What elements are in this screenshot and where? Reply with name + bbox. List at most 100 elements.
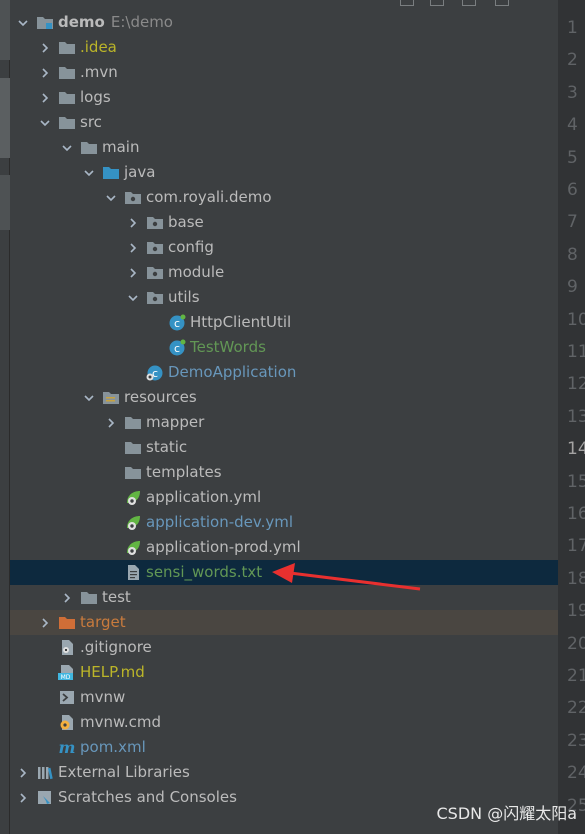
- tree-item-name: main: [102, 138, 140, 156]
- tree-row-src[interactable]: src: [10, 110, 558, 135]
- tree-row-logs[interactable]: logs: [10, 85, 558, 110]
- tree-item-name: src: [80, 113, 102, 131]
- tree-item-label: target: [80, 610, 126, 635]
- commit-tool-tab[interactable]: [0, 175, 10, 230]
- tree-row-main[interactable]: main: [10, 135, 558, 160]
- expand-button[interactable]: [430, 0, 444, 6]
- cmd-file-icon: [58, 714, 76, 731]
- tree-row-com-royali-demo[interactable]: com.royali.demo: [10, 185, 558, 210]
- tree-item-label: HttpClientUtil: [190, 310, 291, 335]
- tree-row-application-dev-yml[interactable]: application-dev.yml: [10, 510, 558, 535]
- line-number: 17: [567, 536, 585, 557]
- chevron-down-icon[interactable]: [124, 285, 142, 310]
- chevron-down-icon[interactable]: [14, 10, 32, 35]
- tree-row-pom-xml[interactable]: m pom.xml: [10, 735, 558, 760]
- line-number: 18: [567, 568, 585, 589]
- line-number: 7: [567, 212, 578, 233]
- tree-row-external-libraries[interactable]: External Libraries: [10, 760, 558, 785]
- svg-text:c: c: [174, 342, 180, 355]
- line-number: 8: [567, 244, 578, 265]
- tree-item-label: templates: [146, 460, 222, 485]
- tree-row-mvnw-cmd[interactable]: mvnw.cmd: [10, 710, 558, 735]
- tree-item-label: test: [102, 585, 131, 610]
- folder-icon: [80, 589, 98, 606]
- chevron-down-icon[interactable]: [102, 185, 120, 210]
- chevron-right-icon[interactable]: [124, 235, 142, 260]
- editor-line-gutter: 1 2 3 4 5 6 7 8 9 10 11 12 13 14 15 16 17 18 19 20 21 22 23 24 2…: [558, 0, 585, 834]
- tree-item-name: .gitignore: [80, 638, 152, 656]
- project-tool-tab[interactable]: [0, 78, 10, 158]
- tree-row-sensi-words-txt[interactable]: sensi_words.txt: [10, 560, 558, 585]
- tree-item-name: logs: [80, 88, 111, 106]
- tree-row-httpclientutil[interactable]: c HttpClientUtil: [10, 310, 558, 335]
- tree-item-name: java: [124, 163, 156, 181]
- tree-row-testwords[interactable]: c TestWords: [10, 335, 558, 360]
- tree-row-config[interactable]: config: [10, 235, 558, 260]
- tree-item-name: test: [102, 588, 131, 606]
- package-icon: [146, 289, 164, 306]
- tree-row-application-prod-yml[interactable]: application-prod.yml: [10, 535, 558, 560]
- tree-item-name: TestWords: [190, 338, 266, 356]
- tree-row-demoapplication[interactable]: c DemoApplication: [10, 360, 558, 385]
- settings-button[interactable]: [462, 0, 476, 6]
- left-tool-window-strip: [0, 0, 10, 834]
- chevron-right-icon[interactable]: [14, 785, 32, 810]
- line-number: 21: [567, 666, 585, 686]
- tree-item-label: utils: [168, 285, 200, 310]
- tree-row-test[interactable]: test: [10, 585, 558, 610]
- tree-item-label: config: [168, 235, 214, 260]
- tree-row-base[interactable]: base: [10, 210, 558, 235]
- tree-item-name: .mvn: [80, 63, 118, 81]
- tree-item-name: base: [168, 213, 204, 231]
- tree-row-module[interactable]: module: [10, 260, 558, 285]
- source-folder-icon: [102, 164, 120, 181]
- spring-yml-icon: [124, 539, 142, 556]
- chevron-right-icon[interactable]: [102, 410, 120, 435]
- hide-button[interactable]: [495, 0, 509, 6]
- structure-tool-tab[interactable]: [0, 0, 10, 60]
- tree-item-label: sensi_words.txt: [146, 560, 262, 585]
- tree-item-label: pom.xml: [80, 735, 146, 760]
- tree-item-name: HELP.md: [80, 663, 145, 681]
- tree-row-application-yml[interactable]: application.yml: [10, 485, 558, 510]
- tree-row-help-md[interactable]: MD HELP.md: [10, 660, 558, 685]
- tree-row-static[interactable]: static: [10, 435, 558, 460]
- line-number: 11: [567, 342, 585, 362]
- tree-item-name: config: [168, 238, 214, 256]
- tree-row-target[interactable]: target: [10, 610, 558, 635]
- chevron-right-icon[interactable]: [58, 585, 76, 610]
- chevron-down-icon[interactable]: [80, 160, 98, 185]
- chevron-right-icon[interactable]: [36, 85, 54, 110]
- tree-row-utils[interactable]: utils: [10, 285, 558, 310]
- libraries-icon: [36, 764, 54, 781]
- tree-row-resources[interactable]: resources: [10, 385, 558, 410]
- chevron-down-icon[interactable]: [36, 110, 54, 135]
- line-number: 2: [567, 50, 578, 71]
- tree-row-gitignore[interactable]: .gitignore: [10, 635, 558, 660]
- chevron-right-icon[interactable]: [124, 260, 142, 285]
- chevron-right-icon[interactable]: [36, 60, 54, 85]
- tree-row-demo[interactable]: demo E:\demo: [10, 10, 558, 35]
- chevron-down-icon[interactable]: [80, 385, 98, 410]
- chevron-right-icon[interactable]: [14, 760, 32, 785]
- package-icon: [124, 189, 142, 206]
- folder-icon: [124, 414, 142, 431]
- folder-icon: [124, 439, 142, 456]
- watermark: CSDN @闪耀太阳a: [436, 804, 577, 823]
- tree-item-label: application.yml: [146, 485, 261, 510]
- tree-row-mapper[interactable]: mapper: [10, 410, 558, 435]
- chevron-right-icon[interactable]: [124, 210, 142, 235]
- chevron-down-icon[interactable]: [58, 135, 76, 160]
- tree-row-java[interactable]: java: [10, 160, 558, 185]
- tree-row-mvnw[interactable]: mvnw: [10, 685, 558, 710]
- tree-row-mvn[interactable]: .mvn: [10, 60, 558, 85]
- tree-item-label: base: [168, 210, 204, 235]
- tree-item-name: pom.xml: [80, 738, 146, 756]
- tree-row-idea[interactable]: .idea: [10, 35, 558, 60]
- tree-row-templates[interactable]: templates: [10, 460, 558, 485]
- collapse-all-button[interactable]: [400, 0, 414, 6]
- tree-item-name: DemoApplication: [168, 363, 297, 381]
- resources-folder-icon: [102, 389, 120, 406]
- chevron-right-icon[interactable]: [36, 35, 54, 60]
- chevron-right-icon[interactable]: [36, 610, 54, 635]
